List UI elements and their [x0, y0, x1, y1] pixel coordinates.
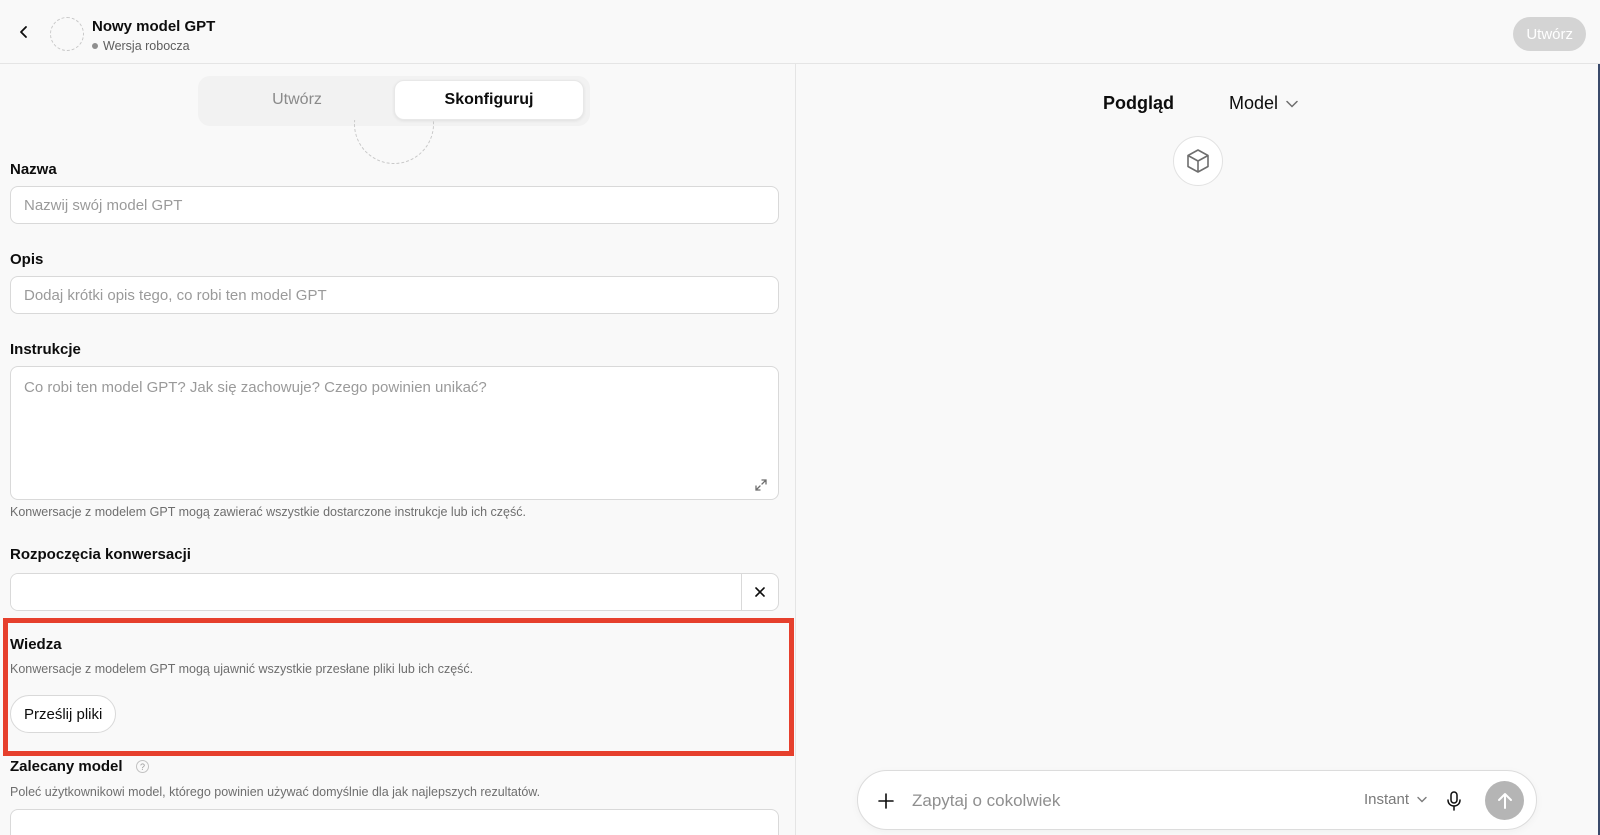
preview-title: Podgląd [1103, 93, 1174, 113]
microphone-icon[interactable] [1442, 789, 1466, 813]
cube-icon [1173, 136, 1223, 186]
gpt-title: Nowy model GPT [92, 18, 216, 35]
model-dropdown[interactable]: Model [1229, 93, 1298, 114]
configure-panel: Utwórz Skonfiguruj Nazwa Opis Instrukcje… [0, 64, 796, 835]
knowledge-help: Konwersacje z modelem GPT mogą ujawnić w… [10, 662, 474, 676]
expand-icon[interactable] [753, 477, 769, 493]
chat-input[interactable] [912, 783, 1342, 819]
status-dot-icon [92, 43, 98, 49]
name-input[interactable] [10, 186, 779, 224]
back-arrow-icon[interactable] [12, 20, 36, 44]
description-label: Opis [10, 251, 44, 268]
create-button[interactable]: Utwórz [1513, 17, 1586, 51]
send-button[interactable] [1485, 781, 1524, 820]
plus-icon[interactable] [874, 789, 898, 813]
upload-files-button[interactable]: Prześlij pliki [10, 695, 117, 733]
starters-label: Rozpoczęcia konwersacji [10, 546, 191, 563]
chat-composer: Instant [857, 770, 1537, 830]
recommended-model-help: Poleć użytkownikowi model, którego powin… [10, 785, 541, 799]
gpt-image-upload[interactable] [354, 120, 434, 166]
mode-dropdown[interactable]: Instant [1364, 791, 1427, 808]
help-icon[interactable]: ? [136, 760, 149, 773]
instructions-label: Instrukcje [10, 341, 81, 358]
gpt-avatar[interactable] [50, 17, 84, 51]
description-input[interactable] [10, 276, 779, 314]
arrow-up-icon [1497, 792, 1512, 809]
preview-panel: Podgląd Model Instant [797, 64, 1600, 835]
starter-input[interactable] [11, 574, 742, 610]
starter-row [10, 573, 779, 611]
recommended-model-select[interactable] [10, 809, 779, 835]
knowledge-highlight [3, 618, 794, 756]
knowledge-label: Wiedza [10, 636, 62, 653]
model-dropdown-label: Model [1229, 93, 1279, 113]
recommended-model-label: Zalecany model [10, 758, 123, 775]
chevron-down-icon [1286, 100, 1298, 108]
instructions-help: Konwersacje z modelem GPT mogą zawierać … [10, 505, 526, 519]
top-bar: Nowy model GPT Wersja robocza Utwórz [0, 0, 1600, 64]
draft-status: Wersja robocza [92, 39, 190, 53]
name-label: Nazwa [10, 161, 57, 178]
tab-create[interactable]: Utwórz [202, 80, 392, 120]
status-label: Wersja robocza [103, 39, 190, 53]
mode-tabs: Utwórz Skonfiguruj [198, 76, 590, 126]
chevron-down-icon [1417, 796, 1427, 803]
mode-label: Instant [1364, 791, 1410, 808]
tab-configure[interactable]: Skonfiguruj [394, 80, 584, 120]
close-icon[interactable] [742, 574, 778, 610]
instructions-textarea[interactable] [10, 366, 779, 500]
